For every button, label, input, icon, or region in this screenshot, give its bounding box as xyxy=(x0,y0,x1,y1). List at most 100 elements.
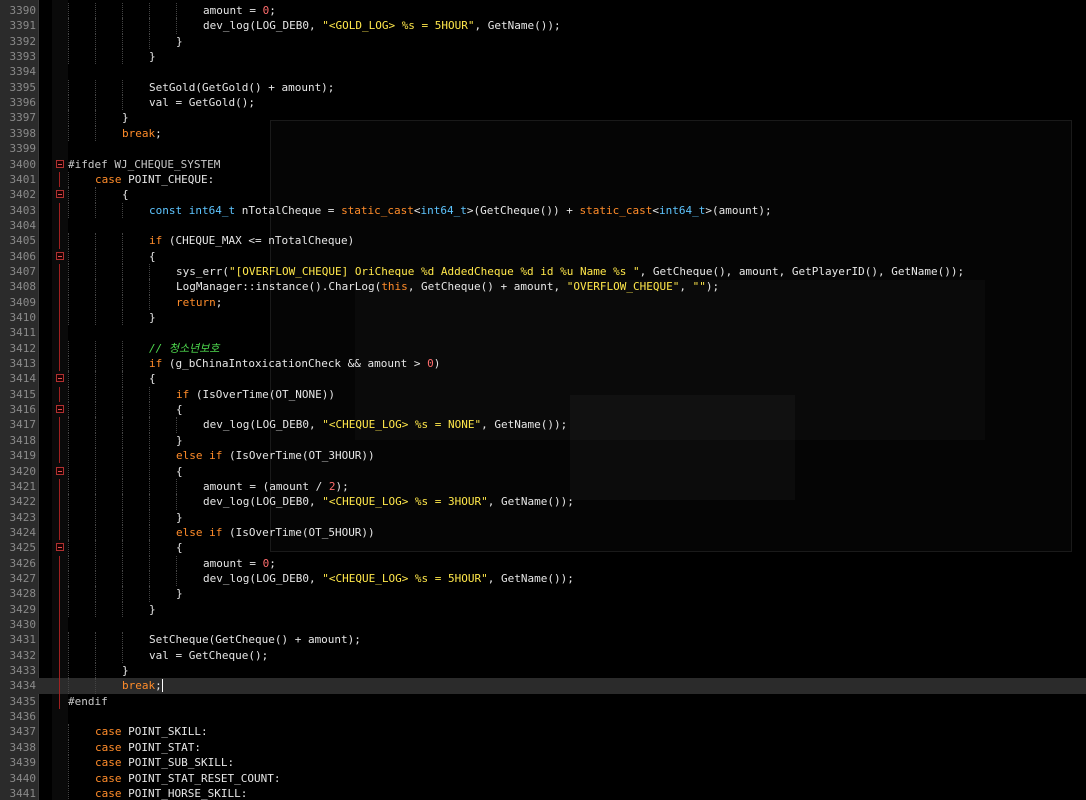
code-line[interactable]: 3427 dev_log(LOG_DEB0, "<CHEQUE_LOG> %s =… xyxy=(0,570,1086,587)
indent-guide xyxy=(95,432,97,449)
indent-guide xyxy=(95,279,97,295)
code-line[interactable]: 3413 if (g_bChinaIntoxicationCheck && amo… xyxy=(0,356,1086,372)
code-text: LogManager::instance().CharLog(this, Get… xyxy=(176,279,719,294)
code-line[interactable]: 3394 xyxy=(0,64,1086,79)
code-editor[interactable]: 3390 amount = 0; 3391 dev_log(LOG_DEB0, "<G… xyxy=(0,0,1086,800)
fold-toggle-icon[interactable] xyxy=(56,159,64,168)
fold-toggle-icon[interactable] xyxy=(56,251,64,260)
indent-guide xyxy=(122,263,124,280)
code-token: amount = xyxy=(203,4,263,17)
line-number: 3417 xyxy=(9,418,37,432)
fold-range-line xyxy=(59,279,60,295)
indent-guide xyxy=(122,202,124,218)
indent-guide xyxy=(68,770,70,786)
code-line[interactable]: 3425 { xyxy=(0,540,1086,556)
code-line[interactable]: 3392} xyxy=(0,33,1086,50)
fold-toggle-icon[interactable] xyxy=(56,405,64,414)
code-text: #endif xyxy=(68,694,108,709)
code-token: case xyxy=(95,786,122,800)
code-line[interactable]: 3412 // 청소년보호 xyxy=(0,340,1086,357)
code-token: POINT_STAT_RESET_COUNT: xyxy=(121,771,281,785)
fold-toggle-icon[interactable] xyxy=(56,543,64,552)
fold-toggle-icon[interactable] xyxy=(56,466,64,475)
code-text: SetGold(GetGold() + amount); xyxy=(149,80,334,95)
code-line[interactable]: 3395 SetGold(GetGold() + amount); xyxy=(0,79,1086,96)
code-line[interactable]: 3434 break; xyxy=(0,678,1086,694)
fold-toggle-icon[interactable] xyxy=(56,190,64,199)
fold-range-line xyxy=(59,509,60,525)
code-line[interactable]: 3428} xyxy=(0,586,1086,602)
code-text: else if (IsOverTime(OT_5HOUR)) xyxy=(176,525,375,540)
code-line[interactable]: 3441 case POINT_HORSE_SKILL: xyxy=(0,785,1086,800)
line-number: 3426 xyxy=(9,556,37,570)
indent-guide xyxy=(176,570,178,587)
code-line[interactable]: 3438 case POINT_STAT: xyxy=(0,739,1086,756)
code-line[interactable]: 3397} xyxy=(0,110,1086,126)
code-line[interactable]: 3390 amount = 0; xyxy=(0,3,1086,19)
line-number: 3392 xyxy=(9,34,37,48)
code-line[interactable]: 3410} xyxy=(0,310,1086,326)
indent-guide xyxy=(68,33,70,50)
code-line[interactable]: 3405 if (CHEQUE_MAX <= nTotalCheque) xyxy=(0,233,1086,249)
fold-toggle-icon[interactable] xyxy=(56,374,64,383)
code-token: SetGold(GetGold() + amount); xyxy=(149,80,335,94)
code-line[interactable]: 3396 val = GetGold(); xyxy=(0,95,1086,111)
code-line[interactable]: 3404 xyxy=(0,217,1086,234)
code-line[interactable]: 3393} xyxy=(0,49,1086,65)
code-line[interactable]: 3403 const int64_t nTotalCheque = static_… xyxy=(0,202,1086,218)
code-line[interactable]: 3429} xyxy=(0,601,1086,617)
code-line[interactable]: 3435 #endif xyxy=(0,693,1086,710)
indent-guide xyxy=(122,294,124,310)
code-line[interactable]: 3398 break; xyxy=(0,125,1086,142)
code-token: { xyxy=(149,372,156,386)
code-token: POINT_SUB_SKILL: xyxy=(121,756,235,770)
code-line[interactable]: 3430 xyxy=(0,617,1086,633)
code-line[interactable]: 3433} xyxy=(0,663,1086,679)
code-line[interactable]: 3391 dev_log(LOG_DEB0, "<GOLD_LOG> %s = 5… xyxy=(0,18,1086,34)
code-line[interactable]: 3421 amount = (amount / 2); xyxy=(0,478,1086,495)
fold-range-line xyxy=(59,171,60,188)
code-line[interactable]: 3401 case POINT_CHEQUE: xyxy=(0,171,1086,188)
code-line[interactable]: 3399 xyxy=(0,141,1086,156)
code-token: ; xyxy=(155,126,162,140)
code-line[interactable]: 3417 dev_log(LOG_DEB0, "<CHEQUE_LOG> %s =… xyxy=(0,417,1086,433)
line-number: 3416 xyxy=(9,403,37,417)
code-line[interactable]: 3432 val = GetCheque(); xyxy=(0,647,1086,664)
code-line[interactable]: 3423} xyxy=(0,509,1086,525)
code-line[interactable]: 3415 if (IsOverTime(OT_NONE)) xyxy=(0,386,1086,403)
indent-guide xyxy=(68,463,70,479)
code-line[interactable]: 3407 sys_err("[OVERFLOW_CHEQUE] OriCheque… xyxy=(0,263,1086,280)
indent-guide xyxy=(176,494,178,510)
code-line[interactable]: 3406 { xyxy=(0,248,1086,264)
code-line[interactable]: 3416 { xyxy=(0,402,1086,418)
code-line[interactable]: 3420 { xyxy=(0,463,1086,479)
code-line[interactable]: 3436 xyxy=(0,709,1086,724)
code-line[interactable]: 3402 { xyxy=(0,187,1086,203)
fold-range-line xyxy=(59,202,60,218)
code-line[interactable]: 3439 case POINT_SUB_SKILL: xyxy=(0,755,1086,771)
line-number: 3440 xyxy=(9,771,37,785)
code-line[interactable]: 3414 { xyxy=(0,371,1086,387)
code-token: } xyxy=(149,311,156,324)
code-line[interactable]: 3440 case POINT_STAT_RESET_COUNT: xyxy=(0,770,1086,786)
code-line[interactable]: 3422 dev_log(LOG_DEB0, "<CHEQUE_LOG> %s =… xyxy=(0,494,1086,510)
indent-guide xyxy=(149,540,151,556)
indent-guide xyxy=(68,432,70,449)
code-line[interactable]: 3424 else if (IsOverTime(OT_5HOUR)) xyxy=(0,524,1086,541)
code-line[interactable]: 3426 amount = 0; xyxy=(0,555,1086,571)
code-line[interactable]: 3419 else if (IsOverTime(OT_3HOUR)) xyxy=(0,448,1086,464)
indent-guide xyxy=(68,601,70,617)
code-line[interactable]: 3431 SetCheque(GetCheque() + amount); xyxy=(0,632,1086,648)
code-text: sys_err("[OVERFLOW_CHEQUE] OriCheque %d … xyxy=(176,264,964,279)
code-text: if (IsOverTime(OT_NONE)) xyxy=(176,387,335,402)
code-line[interactable]: 3411 xyxy=(0,325,1086,341)
code-line[interactable]: 3400 #ifdef WJ_CHEQUE_SYSTEM xyxy=(0,157,1086,172)
code-line[interactable]: 3418} xyxy=(0,432,1086,449)
code-line[interactable]: 3437 case POINT_SKILL: xyxy=(0,724,1086,740)
line-number: 3424 xyxy=(9,525,37,539)
indent-guide xyxy=(95,49,97,65)
code-token: POINT_STAT: xyxy=(121,740,201,754)
code-line[interactable]: 3409 return; xyxy=(0,294,1086,310)
code-token: break xyxy=(122,126,156,140)
code-line[interactable]: 3408 LogManager::instance().CharLog(this,… xyxy=(0,279,1086,295)
